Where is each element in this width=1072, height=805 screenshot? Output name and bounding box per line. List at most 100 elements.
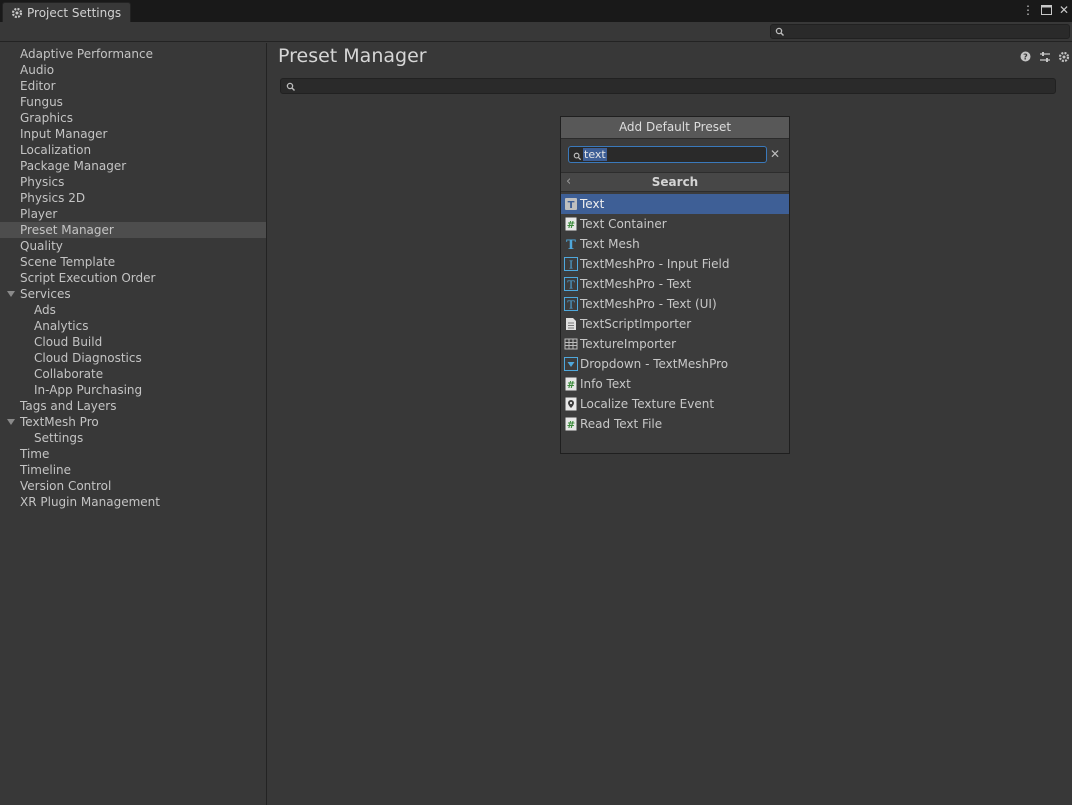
sidebar-item-label: Services (20, 287, 71, 301)
sidebar-item-label: Physics 2D (20, 191, 86, 205)
sidebar-item-fungus[interactable]: Fungus (0, 94, 266, 110)
result-item-textmeshpro-text[interactable]: T TextMeshPro - Text (561, 274, 789, 294)
foldout-arrow-icon[interactable] (7, 291, 15, 297)
svg-text:#: # (567, 220, 575, 231)
sidebar-item-preset-manager[interactable]: Preset Manager (0, 222, 266, 238)
sidebar-item-label: Editor (20, 79, 56, 93)
result-item-label: Localize Texture Event (580, 397, 715, 411)
svg-text:T: T (568, 200, 575, 211)
sidebar-item-package-manager[interactable]: Package Manager (0, 158, 266, 174)
result-item-textmeshpro-text-ui[interactable]: T TextMeshPro - Text (UI) (561, 294, 789, 314)
result-item-textureimporter[interactable]: TextureImporter (561, 334, 789, 354)
search-query-text: text (583, 148, 607, 161)
sidebar-item-editor[interactable]: Editor (0, 78, 266, 94)
help-icon[interactable]: ? (1019, 50, 1032, 63)
result-item-textmeshpro-input-field[interactable]: I TextMeshPro - Input Field (561, 254, 789, 274)
result-item-dropdown-textmeshpro[interactable]: Dropdown - TextMeshPro (561, 354, 789, 374)
document-icon (564, 317, 578, 331)
maximize-icon[interactable] (1040, 3, 1052, 17)
sidebar-item-localization[interactable]: Localization (0, 142, 266, 158)
result-item-text-container[interactable]: # Text Container (561, 214, 789, 234)
result-item-info-text[interactable]: # Info Text (561, 374, 789, 394)
sidebar-item-label: Version Control (20, 479, 112, 493)
result-item-label: TextMeshPro - Text (UI) (580, 297, 717, 311)
add-default-preset-button[interactable]: Add Default Preset (561, 117, 789, 139)
tab-title: Project Settings (27, 5, 122, 20)
result-item-textscriptimporter[interactable]: TextScriptImporter (561, 314, 789, 334)
search-header-title: Search (651, 175, 699, 189)
sidebar-item-label: Quality (20, 239, 63, 253)
script-hash-icon: # (564, 377, 578, 391)
sidebar-item-label: Time (20, 447, 50, 461)
sidebar-item-player[interactable]: Player (0, 206, 266, 222)
sidebar-item-label: Fungus (20, 95, 63, 109)
sidebar-item-adaptive-performance[interactable]: Adaptive Performance (0, 46, 266, 62)
kebab-menu-icon[interactable]: ⋮ (1022, 3, 1034, 17)
sidebar-item-analytics[interactable]: Analytics (0, 318, 266, 334)
sidebar-item-cloud-build[interactable]: Cloud Build (0, 334, 266, 350)
sidebar-item-collaborate[interactable]: Collaborate (0, 366, 266, 382)
svg-text:I: I (569, 259, 573, 272)
search-results-list: T Text # Text Container T Text Mesh I TextMeshP… (561, 194, 789, 434)
location-pin-icon (564, 397, 578, 411)
component-search-input[interactable]: text (568, 146, 767, 163)
script-hash-icon: # (564, 417, 578, 431)
sidebar-item-label: Timeline (20, 463, 72, 477)
result-item-label: TextMeshPro - Input Field (580, 257, 730, 271)
close-icon[interactable]: ✕ (1058, 3, 1070, 17)
sidebar-item-time[interactable]: Time (0, 446, 266, 462)
settings-toolbar (0, 22, 1072, 42)
sidebar-item-physics[interactable]: Physics (0, 174, 266, 190)
result-item-label: Text (580, 197, 605, 211)
sidebar-item-settings[interactable]: Settings (0, 430, 266, 446)
sidebar-item-tags-and-layers[interactable]: Tags and Layers (0, 398, 266, 414)
sidebar-item-xr-plugin-management[interactable]: XR Plugin Management (0, 494, 266, 510)
sidebar-item-services[interactable]: Services (0, 286, 266, 302)
result-item-label: TextMeshPro - Text (580, 277, 692, 291)
search-icon (286, 81, 296, 91)
sidebar-item-scene-template[interactable]: Scene Template (0, 254, 266, 270)
sidebar-item-label: Package Manager (20, 159, 127, 173)
sidebar-item-label: Input Manager (20, 127, 108, 141)
sidebar-item-label: Tags and Layers (20, 399, 117, 413)
sidebar-item-label: Ads (34, 303, 56, 317)
preset-search-input[interactable] (280, 78, 1056, 94)
sidebar-item-quality[interactable]: Quality (0, 238, 266, 254)
result-item-localize-texture-event[interactable]: Localize Texture Event (561, 394, 789, 414)
result-item-label: Dropdown - TextMeshPro (580, 357, 729, 371)
sidebar-item-cloud-diagnostics[interactable]: Cloud Diagnostics (0, 350, 266, 366)
sidebar-item-label: Analytics (34, 319, 89, 333)
sidebar-item-audio[interactable]: Audio (0, 62, 266, 78)
presets-icon[interactable] (1038, 50, 1051, 63)
sidebar-item-graphics[interactable]: Graphics (0, 110, 266, 126)
tab-project-settings[interactable]: Project Settings (2, 2, 131, 22)
settings-gear-icon[interactable] (1057, 50, 1070, 63)
sidebar-item-label: Audio (20, 63, 55, 77)
sidebar-item-label: Localization (20, 143, 92, 157)
sidebar-item-timeline[interactable]: Timeline (0, 462, 266, 478)
settings-search-input[interactable] (770, 24, 1070, 39)
sidebar-item-script-execution-order[interactable]: Script Execution Order (0, 270, 266, 286)
result-item-text-mesh[interactable]: T Text Mesh (561, 234, 789, 254)
sidebar-item-version-control[interactable]: Version Control (0, 478, 266, 494)
sidebar-item-ads[interactable]: Ads (0, 302, 266, 318)
result-item-read-text-file[interactable]: # Read Text File (561, 414, 789, 434)
result-item-label: TextureImporter (580, 337, 677, 351)
sidebar-item-label: Graphics (20, 111, 73, 125)
sidebar-item-in-app-purchasing[interactable]: In-App Purchasing (0, 382, 266, 398)
clear-search-icon[interactable]: ✕ (769, 147, 781, 161)
sidebar-item-label: Player (20, 207, 58, 221)
sidebar-item-label: Collaborate (34, 367, 104, 381)
sidebar-item-label: Cloud Diagnostics (34, 351, 142, 365)
sidebar-item-label: Cloud Build (34, 335, 103, 349)
result-item-text[interactable]: T Text (561, 194, 789, 214)
sidebar-item-label: Adaptive Performance (20, 47, 153, 61)
sidebar-item-label: Settings (34, 431, 84, 445)
sidebar-item-textmesh-pro[interactable]: TextMesh Pro (0, 414, 266, 430)
sidebar-item-input-manager[interactable]: Input Manager (0, 126, 266, 142)
text-icon: T (564, 197, 578, 211)
result-item-label: Text Container (580, 217, 667, 231)
sidebar-item-label: XR Plugin Management (20, 495, 160, 509)
foldout-arrow-icon[interactable] (7, 419, 15, 425)
sidebar-item-physics-2d[interactable]: Physics 2D (0, 190, 266, 206)
